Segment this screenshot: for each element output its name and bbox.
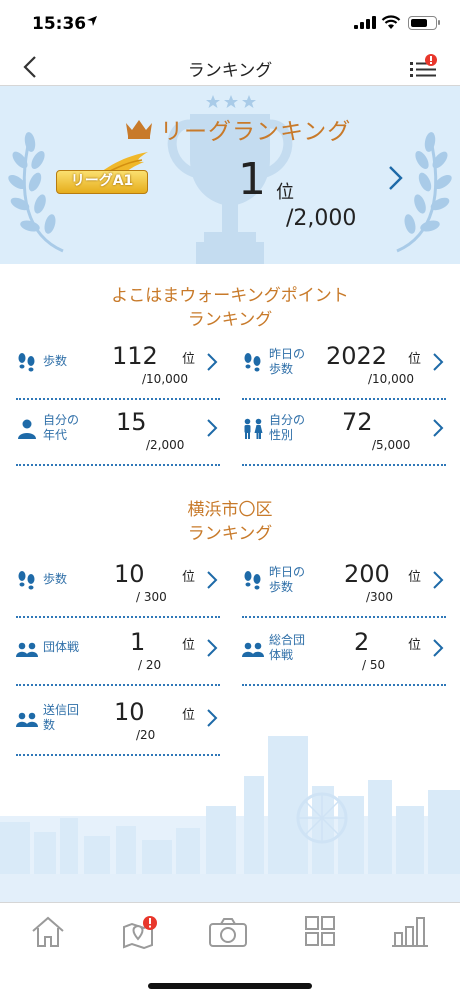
card-rank-total: /300 [366,590,393,604]
league-ranking-banner[interactable]: リーグランキング リーグA1 1 位 /2,000 [0,86,460,264]
chevron-right-icon[interactable] [206,418,218,438]
footprints-icon [244,571,261,590]
chevron-right-icon[interactable] [432,638,444,658]
tab-bar [0,902,460,996]
footprints-icon [244,353,261,372]
group-icon [242,642,264,657]
home-indicator[interactable] [148,983,312,989]
ward-section-title: 横浜市〇区 ランキング [0,498,460,546]
ranking-screen: 15:36 ランキング リーグランキング リーグA1 1 位 /2,000 よこ… [0,0,460,996]
card-label: 自分の年代 [43,413,80,442]
card-rank-total: /10,000 [368,372,415,386]
card-rank-total: /5,000 [372,438,411,452]
card-label: 昨日の歩数 [269,347,306,376]
chevron-right-icon[interactable] [386,164,406,192]
rank-card-ward-yesterday-steps[interactable]: 昨日の歩数 200 位 /300 [242,556,446,618]
card-rank-unit: 位 [408,352,422,367]
battery-icon [408,16,440,30]
card-rank-value: 112 [112,342,158,370]
rank-card-team-battle[interactable]: 団体戦 1 位 / 20 [16,624,220,686]
card-rank-total: / 300 [136,590,167,604]
league-ranking-title: リーグランキング [160,119,352,145]
grid-icon[interactable] [300,915,340,949]
home-icon[interactable] [28,915,68,949]
card-rank-total: / 20 [138,658,162,672]
section-title-line1: 横浜市〇区 [187,500,273,520]
rank-card-age-group[interactable]: 自分の年代 15 /2,000 [16,404,220,466]
chevron-right-icon[interactable] [206,708,218,728]
chevron-right-icon[interactable] [206,638,218,658]
card-rank-unit: 位 [408,570,422,585]
rank-card-yesterday-steps[interactable]: 昨日の歩数 2022 位 /10,000 [242,338,446,400]
card-label: 総合団体戦 [269,633,306,662]
status-bar: 15:36 [0,0,460,48]
card-rank-unit: 位 [182,638,196,653]
league-rank-value: 1 [238,154,266,205]
league-rank-unit: 位 [276,182,294,203]
card-rank-unit: 位 [408,638,422,653]
card-rank-value: 10 [114,698,145,726]
league-badge: リーグA1 [48,150,158,200]
chevron-right-icon[interactable] [206,570,218,590]
chevron-right-icon[interactable] [432,570,444,590]
yokohama-points-section-title: よこはまウォーキングポイント ランキング [0,284,460,332]
card-label: 自分の性別 [269,413,306,442]
person-icon [18,419,36,439]
card-label: 歩数 [43,572,68,586]
rank-card-overall-team-battle[interactable]: 総合団体戦 2 位 / 50 [242,624,446,686]
group-icon [16,642,38,657]
chevron-right-icon[interactable] [432,352,444,372]
stars-icon [206,95,256,108]
bar-chart-icon[interactable] [390,915,430,949]
rank-card-gender[interactable]: 自分の性別 72 /5,000 [242,404,446,466]
card-label: 歩数 [43,354,68,368]
camera-icon[interactable] [208,915,248,949]
card-rank-value: 15 [116,408,147,436]
card-rank-total: /10,000 [142,372,189,386]
rank-card-steps[interactable]: 歩数 112 位 /10,000 [16,338,220,400]
card-label: 送信回数 [43,703,80,732]
card-rank-value: 1 [130,628,146,656]
league-rank-total: /2,000 [286,206,357,231]
card-rank-unit: 位 [182,708,196,723]
footprints-icon [18,571,35,590]
group-icon [16,712,38,727]
location-arrow-icon [87,16,97,26]
card-rank-total: / 50 [362,658,386,672]
page-title: ランキング [187,61,273,81]
rank-card-ward-steps[interactable]: 歩数 10 位 / 300 [16,556,220,618]
gender-icon [244,418,263,439]
card-rank-value: 2 [354,628,370,656]
chevron-right-icon[interactable] [206,352,218,372]
section-title-line2: ランキング [187,310,273,330]
card-label: 昨日の歩数 [269,565,306,594]
map-pin-icon[interactable] [118,915,158,949]
card-rank-value: 2022 [326,342,388,370]
card-rank-value: 10 [114,560,145,588]
league-badge-label: リーグA1 [56,170,148,194]
section-title-line1: よこはまウォーキングポイント [111,286,349,306]
crown-icon [126,120,152,139]
city-skyline-illustration [0,736,460,902]
nav-bar: ランキング [0,48,460,86]
card-rank-value: 200 [344,560,390,588]
menu-list-icon[interactable] [408,54,438,80]
status-time: 15:36 [32,14,87,34]
footprints-icon [18,353,35,372]
section-title-line2: ランキング [187,524,273,544]
chevron-right-icon[interactable] [432,418,444,438]
card-rank-value: 72 [342,408,373,436]
card-rank-unit: 位 [182,352,196,367]
card-label: 団体戦 [43,640,80,654]
card-rank-total: /2,000 [146,438,185,452]
wifi-icon [381,15,401,29]
signal-icon [354,16,376,29]
card-rank-unit: 位 [182,570,196,585]
